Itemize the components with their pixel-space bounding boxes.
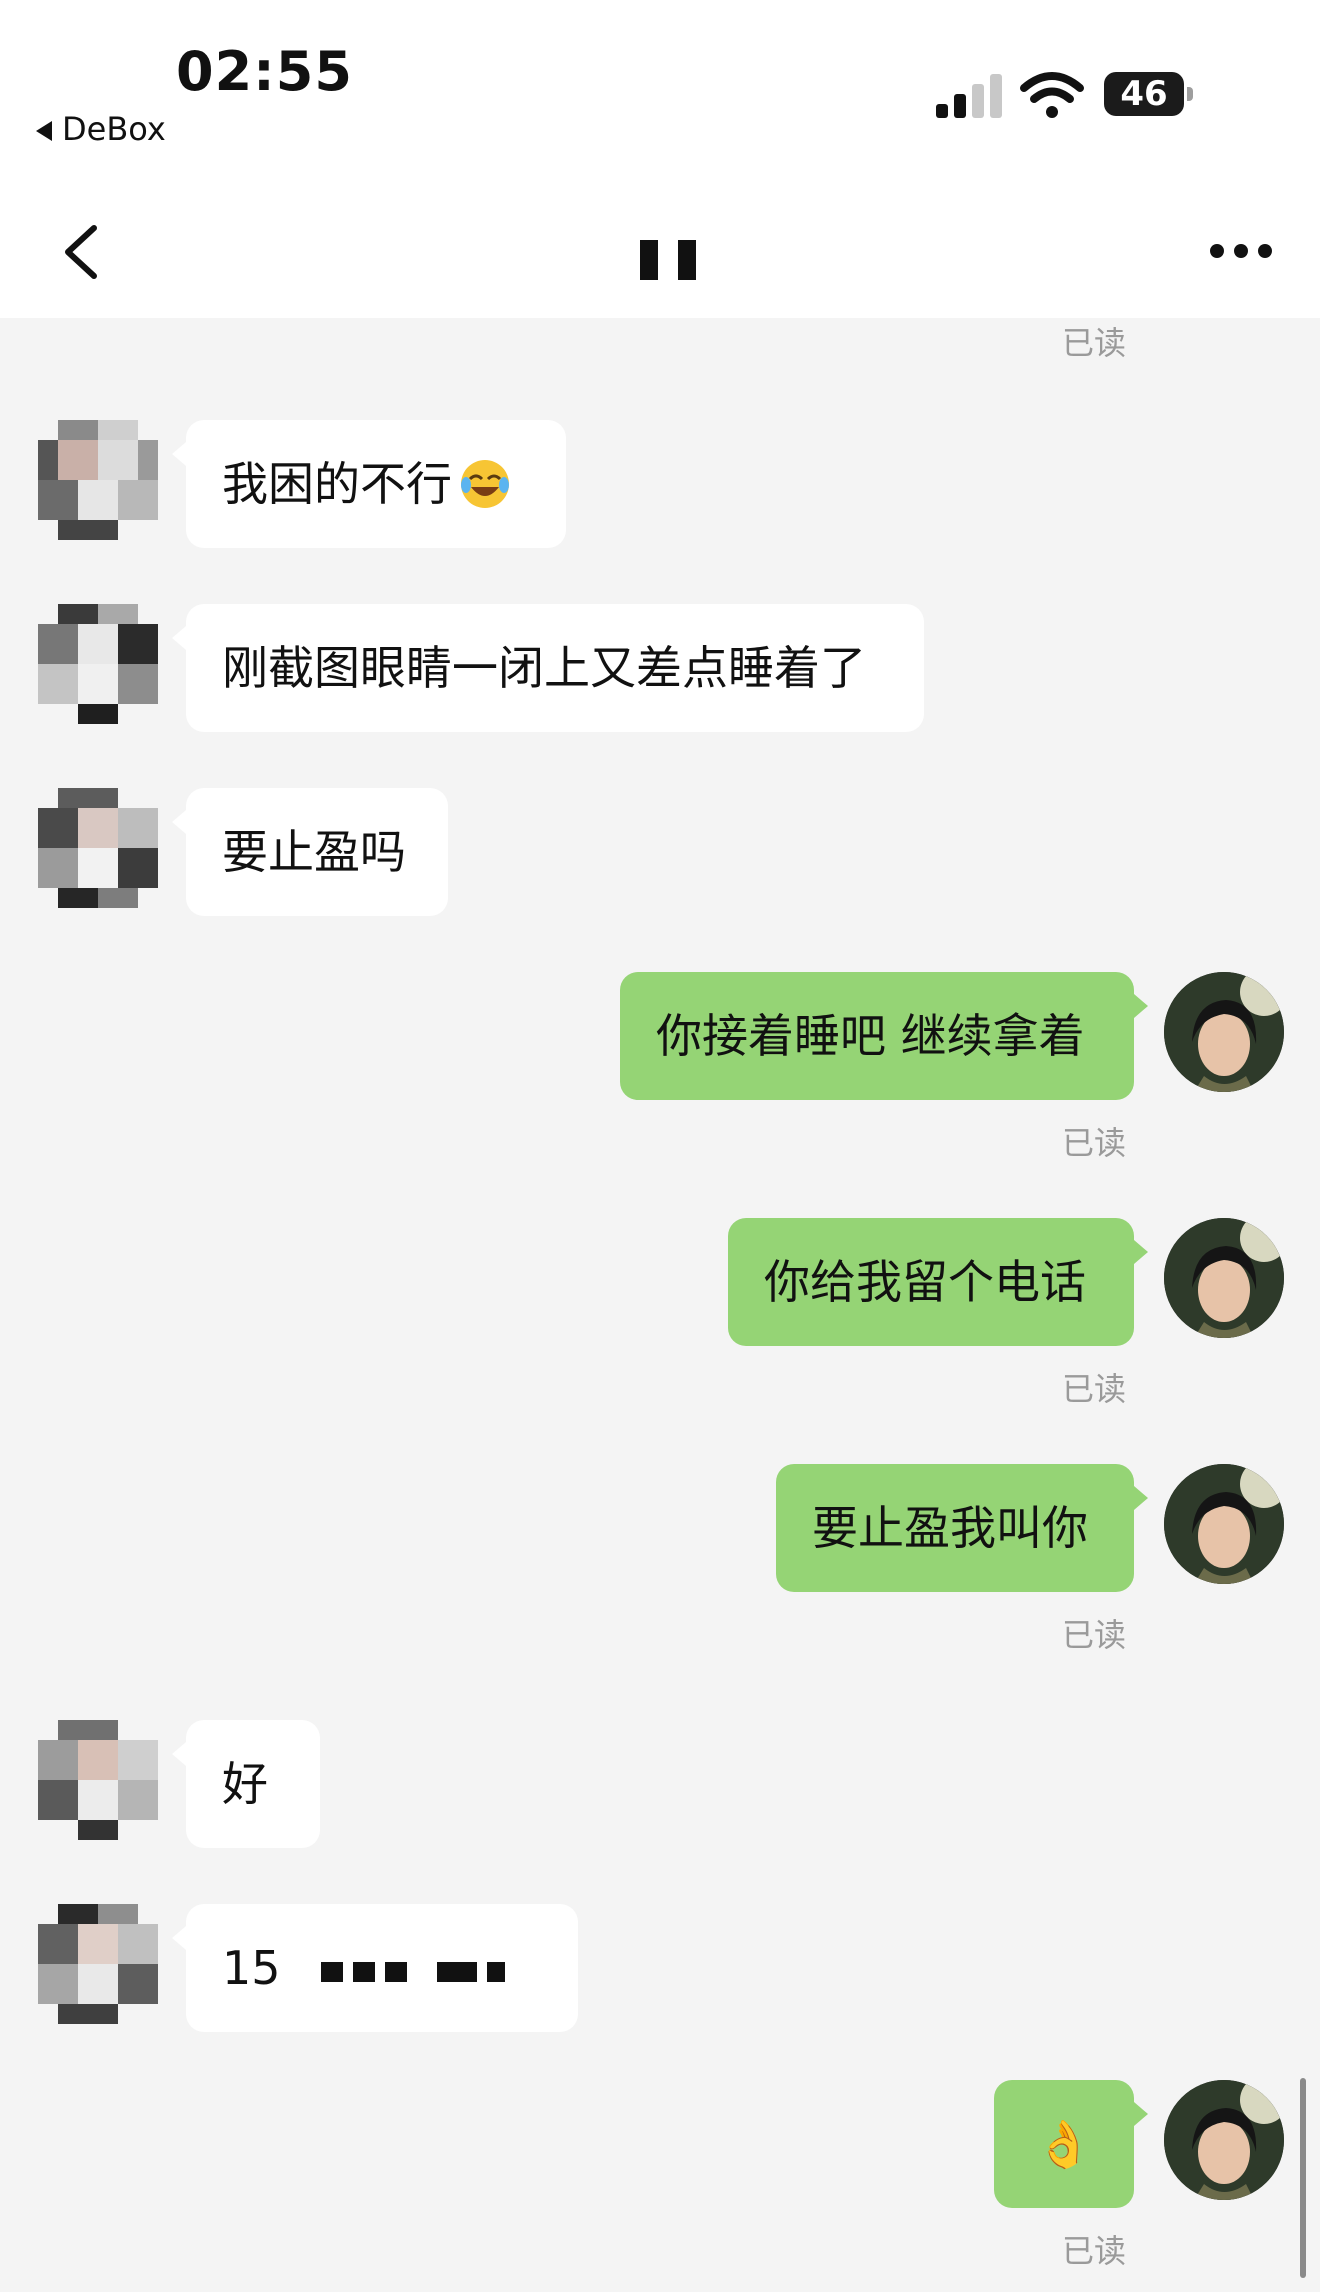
message-text: 要止盈吗 [222, 825, 406, 879]
read-status: 已读 [1062, 1616, 1127, 1654]
chat-header [0, 150, 1320, 318]
read-status: 已读 [1062, 2232, 1127, 2270]
redacted-phone-block [320, 1961, 343, 1982]
back-triangle-icon [36, 121, 52, 141]
face-with-tears-of-joy-icon [461, 459, 509, 508]
message-text: 好 [222, 1757, 268, 1811]
message-text: 你给我留个电话 [764, 1255, 1086, 1309]
message-bubble-outgoing[interactable]: 你接着睡吧 继续拿着 [620, 972, 1148, 1100]
wifi-icon [1020, 72, 1084, 118]
chat-title-redacted [640, 240, 704, 280]
read-status: 已读 [1062, 1124, 1127, 1162]
contact-avatar-pixelated[interactable] [38, 788, 158, 908]
back-chevron-icon[interactable] [58, 222, 102, 282]
message-text: 我困的不行 [222, 457, 452, 511]
status-bar: 02:55 DeBox 46 [0, 0, 1320, 150]
ok-hand-emoji: 👌 [1035, 2117, 1093, 2171]
cellular-signal-icon [936, 72, 1006, 118]
back-to-app-link[interactable]: DeBox [36, 110, 166, 148]
contact-avatar-pixelated[interactable] [38, 1720, 158, 1840]
message-bubble-incoming[interactable]: 好 [172, 1720, 320, 1848]
user-avatar[interactable] [1164, 972, 1284, 1092]
message-text: 要止盈我叫你 [812, 1501, 1088, 1555]
message-bubble-incoming[interactable]: 刚截图眼睛一闭上又差点睡着了 [172, 604, 924, 732]
contact-avatar-pixelated[interactable] [38, 1904, 158, 2024]
back-app-label: DeBox [62, 110, 166, 148]
redacted-phone-block [486, 1961, 505, 1982]
user-avatar[interactable] [1164, 1464, 1284, 1584]
read-status: 已读 [1062, 324, 1127, 362]
status-time: 02:55 [176, 40, 353, 103]
contact-avatar-pixelated[interactable] [38, 420, 158, 540]
more-options-icon[interactable] [1210, 244, 1274, 264]
message-bubble-outgoing[interactable]: 👌 [994, 2080, 1148, 2208]
message-text: 15 [222, 1941, 281, 1995]
battery-icon: 46 [1104, 72, 1193, 116]
message-bubble-incoming[interactable]: 15 [172, 1904, 578, 2032]
redacted-phone-block [352, 1961, 375, 1982]
redacted-phone-block [384, 1961, 407, 1982]
scrollbar[interactable] [1300, 2078, 1306, 2278]
user-avatar[interactable] [1164, 2080, 1284, 2200]
contact-avatar-pixelated[interactable] [38, 604, 158, 724]
message-bubble-outgoing[interactable]: 要止盈我叫你 [776, 1464, 1148, 1592]
message-text: 你接着睡吧 继续拿着 [656, 1009, 1085, 1063]
user-avatar[interactable] [1164, 1218, 1284, 1338]
message-bubble-incoming[interactable]: 我困的不行 [172, 420, 566, 548]
read-status: 已读 [1062, 1370, 1127, 1408]
message-bubble-incoming[interactable]: 要止盈吗 [172, 788, 448, 916]
message-bubble-outgoing[interactable]: 你给我留个电话 [728, 1218, 1148, 1346]
message-list[interactable]: 已读 我困的不行 刚截图眼睛一闭上又差点睡着了 要止盈吗 你接着睡吧 继续拿着 … [0, 318, 1320, 2292]
redacted-phone-block [436, 1961, 477, 1982]
message-text: 刚截图眼睛一闭上又差点睡着了 [222, 641, 866, 695]
